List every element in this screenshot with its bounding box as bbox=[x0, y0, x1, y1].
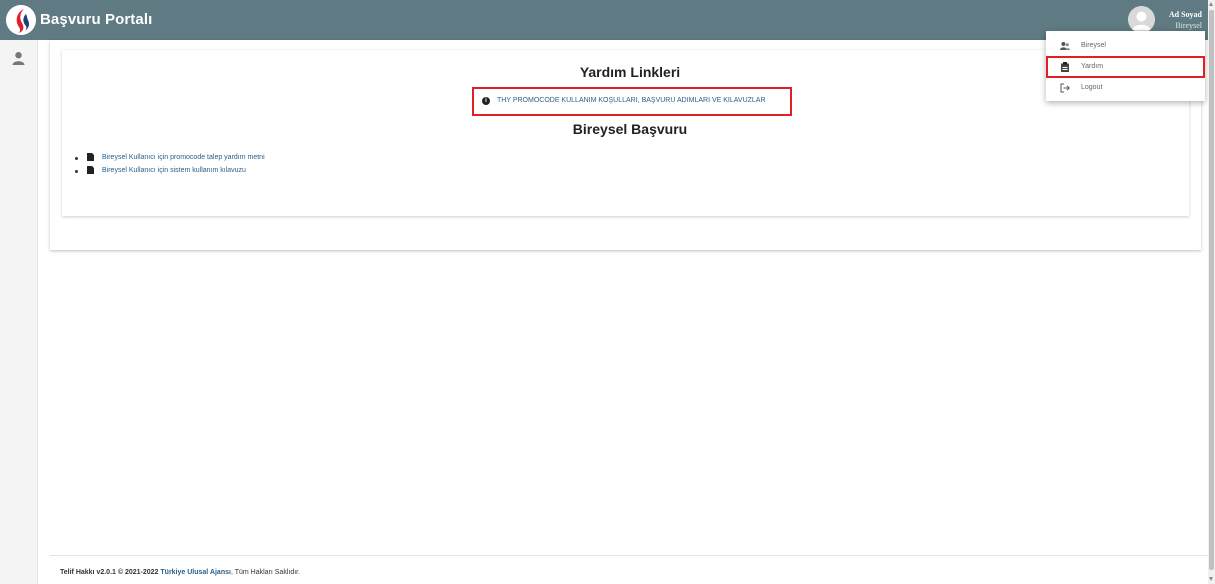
bullet bbox=[75, 170, 78, 173]
scroll-down-arrow-icon[interactable] bbox=[1209, 577, 1213, 581]
user-dropdown-menu: Bireysel Yardım Logout bbox=[1046, 31, 1205, 101]
menu-label: Bireysel bbox=[1081, 42, 1106, 49]
document-list: Bireysel Kullanıcı için promocode talep … bbox=[75, 152, 475, 178]
footer: Telif Hakkı v2.0.1 © 2021-2022 Türkiye U… bbox=[50, 555, 1208, 584]
sidebar bbox=[0, 40, 38, 584]
list-item: Bireysel Kullanıcı için sistem kullanım … bbox=[75, 165, 475, 178]
list-item: Bireysel Kullanıcı için promocode talep … bbox=[75, 152, 475, 165]
menu-item-yardim[interactable]: Yardım bbox=[1046, 56, 1205, 78]
menu-item-bireysel[interactable]: Bireysel bbox=[1046, 35, 1205, 57]
info-icon: i bbox=[482, 97, 490, 105]
bullet bbox=[75, 157, 78, 160]
doc-link-manual[interactable]: Bireysel Kullanıcı için sistem kullanım … bbox=[102, 167, 246, 174]
app-title[interactable]: Başvuru Portalı bbox=[40, 11, 152, 28]
user-avatar[interactable] bbox=[1128, 6, 1155, 33]
logout-icon bbox=[1060, 83, 1070, 93]
user-role: Bireysel bbox=[1175, 21, 1202, 30]
scroll-thumb[interactable] bbox=[1209, 10, 1214, 570]
brand-logo-icon[interactable] bbox=[6, 5, 36, 35]
user-name[interactable]: Ad Soyad bbox=[1158, 10, 1202, 19]
users-icon bbox=[1060, 41, 1070, 51]
copyright-rights: , Tüm Hakları Saklıdır. bbox=[230, 569, 301, 576]
scroll-up-arrow-icon[interactable] bbox=[1209, 2, 1213, 6]
doc-link-promocode[interactable]: Bireysel Kullanıcı için promocode talep … bbox=[102, 154, 265, 161]
file-icon bbox=[87, 153, 94, 161]
menu-label: Logout bbox=[1081, 84, 1103, 91]
copyright-version: Telif Hakkı v2.0.1 © 2021-2022 bbox=[60, 569, 159, 576]
help-links-title: Yardım Linkleri bbox=[579, 64, 681, 80]
file-icon bbox=[87, 166, 94, 174]
footer-org-link[interactable]: Türkiye Ulusal Ajansı bbox=[160, 569, 231, 576]
help-link-terms[interactable]: THY PROMOCODE KULLANIM KOŞULLARI, BAŞVUR… bbox=[497, 97, 766, 104]
menu-item-logout[interactable]: Logout bbox=[1046, 77, 1205, 99]
menu-label: Yardım bbox=[1081, 63, 1104, 70]
user-icon[interactable] bbox=[11, 51, 26, 66]
scrollbar[interactable] bbox=[1208, 0, 1215, 584]
section-title: Bireysel Başvuru bbox=[572, 121, 688, 137]
clipboard-icon bbox=[1060, 62, 1070, 72]
copyright-text: Telif Hakkı v2.0.1 © 2021-2022 Türkiye U… bbox=[60, 569, 300, 576]
top-navbar: Başvuru Portalı Ad Soyad Bireysel bbox=[0, 0, 1208, 40]
